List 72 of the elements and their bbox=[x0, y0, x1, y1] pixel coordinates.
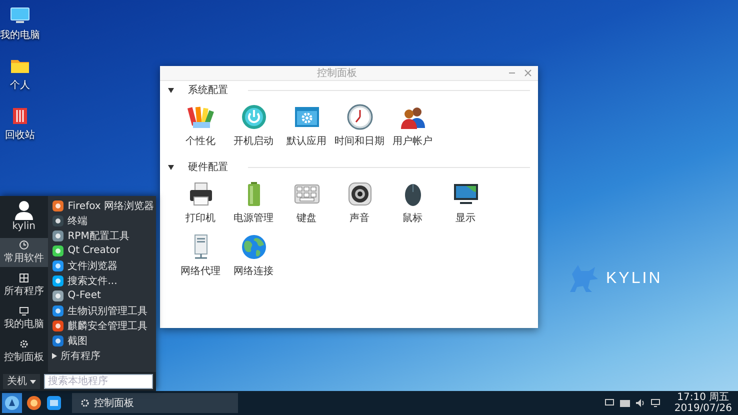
settings-item[interactable]: 开机启动 bbox=[227, 103, 280, 148]
taskbar-window-button[interactable]: 控制面板 bbox=[72, 393, 238, 413]
settings-item[interactable]: 声音 bbox=[333, 180, 386, 225]
app-icon bbox=[52, 320, 64, 332]
clock-icon bbox=[18, 240, 29, 250]
menu-category[interactable]: 常用软件 bbox=[0, 238, 48, 267]
app-icon bbox=[52, 304, 64, 316]
app-menu-item[interactable]: Q-Feet bbox=[52, 288, 154, 303]
app-icon bbox=[52, 274, 64, 286]
volume-icon[interactable] bbox=[636, 399, 646, 407]
window-title: 控制面板 bbox=[316, 66, 358, 80]
app-icon bbox=[52, 230, 64, 242]
app-icon bbox=[52, 260, 64, 272]
clock-time: 17:10 周五 bbox=[677, 392, 730, 403]
caret-icon bbox=[52, 353, 57, 359]
shutdown-button[interactable]: 关机 bbox=[3, 374, 40, 389]
clock-date: 2019/07/26 bbox=[674, 403, 732, 414]
power-icon bbox=[240, 103, 268, 131]
settings-item[interactable]: 显示 bbox=[439, 180, 492, 225]
settings-item[interactable]: 网络连接 bbox=[227, 233, 280, 278]
app-icon bbox=[52, 214, 64, 226]
computer-icon[interactable] bbox=[10, 6, 30, 26]
gear-icon bbox=[18, 339, 29, 349]
settings-item[interactable]: 键盘 bbox=[280, 180, 333, 225]
app-menu-item[interactable]: 截图 bbox=[52, 333, 154, 348]
desktop-icon-label[interactable]: 个人 bbox=[10, 78, 30, 92]
logo-text: KYLIN bbox=[606, 270, 662, 288]
settings-item[interactable]: 鼠标 bbox=[386, 180, 439, 225]
browser-icon[interactable] bbox=[26, 395, 42, 411]
close-icon[interactable] bbox=[524, 69, 532, 77]
start-menu-icon[interactable] bbox=[2, 393, 22, 413]
app-menu-item[interactable]: 麒麟安全管理工具 bbox=[52, 318, 154, 333]
expander-triangle-icon[interactable] bbox=[168, 164, 174, 170]
files-icon[interactable] bbox=[46, 395, 62, 411]
menu-category[interactable]: 我的电脑 bbox=[0, 304, 48, 333]
grid-icon bbox=[18, 273, 29, 283]
caret-icon bbox=[30, 380, 36, 384]
desktop-icon-label[interactable]: 我的电脑 bbox=[0, 28, 40, 42]
menu-category[interactable]: 控制面板 bbox=[0, 337, 48, 366]
app-icon bbox=[52, 290, 64, 302]
expander-triangle-icon[interactable] bbox=[168, 88, 174, 92]
globe-icon bbox=[240, 233, 268, 261]
menu-category[interactable]: 所有程序 bbox=[0, 271, 48, 300]
app-menu-item[interactable]: 终端 bbox=[52, 213, 154, 228]
app-icon bbox=[52, 334, 64, 346]
section-title: 硬件配置 bbox=[188, 160, 228, 174]
search-field[interactable]: 搜索本地程序 bbox=[44, 374, 153, 389]
all-programs-link[interactable]: 所有程序 bbox=[52, 349, 154, 363]
app-menu-item[interactable]: 文件浏览器 bbox=[52, 258, 154, 273]
settings-item[interactable]: 用户帐户 bbox=[386, 103, 439, 148]
settings-item[interactable]: 打印机 bbox=[174, 180, 227, 225]
computer-icon bbox=[18, 306, 29, 316]
section-title: 系统配置 bbox=[188, 84, 228, 97]
speaker-icon bbox=[346, 180, 374, 208]
app-menu-item[interactable]: RPM配置工具 bbox=[52, 228, 154, 243]
app-menu-item[interactable]: 生物识别管理工具 bbox=[52, 303, 154, 318]
app-icon bbox=[52, 200, 64, 212]
app-menu-item[interactable]: Qt Creator bbox=[52, 243, 154, 258]
clock-icon bbox=[346, 103, 374, 131]
settings-item[interactable]: 时间和日期 bbox=[333, 103, 386, 148]
user-avatar-icon bbox=[14, 200, 34, 220]
settings-item[interactable]: 默认应用 bbox=[280, 103, 333, 148]
settings-item[interactable]: 个性化 bbox=[174, 103, 227, 148]
gear-icon bbox=[80, 398, 90, 408]
app-menu-item[interactable]: Firefox 网络浏览器 bbox=[52, 198, 154, 213]
settings-item[interactable]: 电源管理 bbox=[227, 180, 280, 225]
app-menu-item[interactable]: 搜索文件... bbox=[52, 273, 154, 288]
trash-icon[interactable] bbox=[10, 106, 30, 126]
settings-item[interactable]: 网络代理 bbox=[174, 233, 227, 278]
app-icon bbox=[52, 244, 64, 256]
user-name: kylin bbox=[12, 221, 36, 232]
desktop-icon-label[interactable]: 回收站 bbox=[5, 128, 35, 142]
